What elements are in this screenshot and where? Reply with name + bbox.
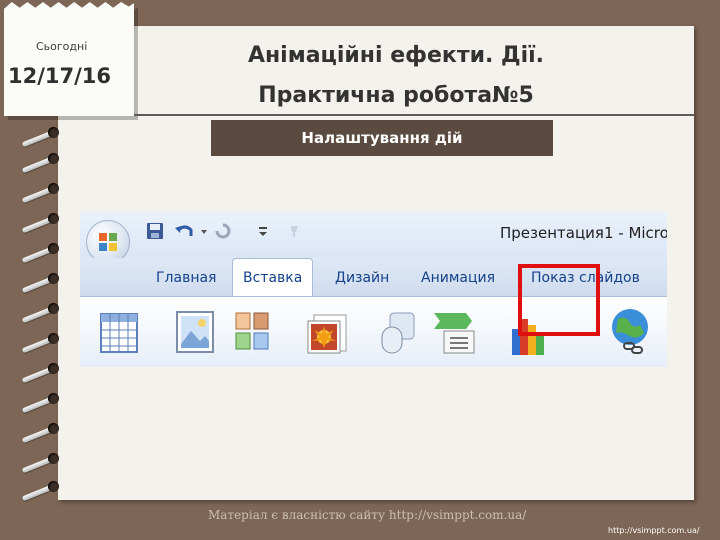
title-line-2: Практична робота№5 xyxy=(258,83,534,108)
ribbon-screenshot: Презентация1 - Microso Главная Вставка Д… xyxy=(80,212,667,367)
pin-icon xyxy=(290,226,298,237)
office-logo-icon xyxy=(99,233,117,251)
shapes-icon[interactable] xyxy=(380,311,416,355)
spiral-ring xyxy=(14,242,68,264)
customize-qat-icon[interactable] xyxy=(258,222,268,240)
spiral-ring xyxy=(14,182,68,204)
clip-art-icon[interactable] xyxy=(234,311,270,353)
tab-home[interactable]: Главная xyxy=(156,270,216,286)
photo-album-icon[interactable] xyxy=(306,311,348,355)
quick-access-toolbar: Презентация1 - Microso xyxy=(80,212,667,264)
tab-animations[interactable]: Анимация xyxy=(421,270,495,286)
title-divider xyxy=(134,114,694,116)
section-subtitle: Налаштування дій xyxy=(211,120,553,156)
title-line-1: Анімаційні ефекти. Дії. xyxy=(247,43,545,68)
spiral-ring xyxy=(14,422,68,444)
date-sticker xyxy=(4,2,134,116)
spiral-ring xyxy=(14,362,68,384)
window-title: Презентация1 - Microso xyxy=(500,224,667,242)
spiral-ring xyxy=(14,392,68,414)
save-icon[interactable] xyxy=(146,222,164,240)
watermark-text: Матеріал є власністю сайту http://vsimpp… xyxy=(208,508,527,522)
date-value: 12/17/16 xyxy=(8,64,112,88)
slide-show-highlight xyxy=(518,264,600,336)
picture-icon[interactable] xyxy=(176,311,214,353)
spiral-ring xyxy=(14,152,68,174)
tab-design[interactable]: Дизайн xyxy=(335,270,389,286)
site-link[interactable]: http://vsimppt.com.ua/ xyxy=(608,526,700,535)
spiral-ring xyxy=(14,332,68,354)
spiral-ring xyxy=(14,272,68,294)
hyperlink-icon[interactable] xyxy=(610,307,650,355)
undo-icon[interactable] xyxy=(174,222,196,240)
spiral-ring xyxy=(14,212,68,234)
tab-insert[interactable]: Вставка xyxy=(232,258,314,296)
undo-dropdown-icon[interactable] xyxy=(200,222,208,240)
spiral-ring xyxy=(14,126,68,148)
smartart-icon[interactable] xyxy=(432,311,478,355)
spiral-ring xyxy=(14,480,68,502)
spiral-ring xyxy=(14,302,68,324)
redo-icon[interactable] xyxy=(214,222,232,240)
table-icon[interactable] xyxy=(100,313,138,353)
page-title: Анімаційні ефекти. Дії. Практична робота… xyxy=(196,36,596,116)
today-label: Сьогодні xyxy=(36,40,88,53)
spiral-ring xyxy=(14,452,68,474)
